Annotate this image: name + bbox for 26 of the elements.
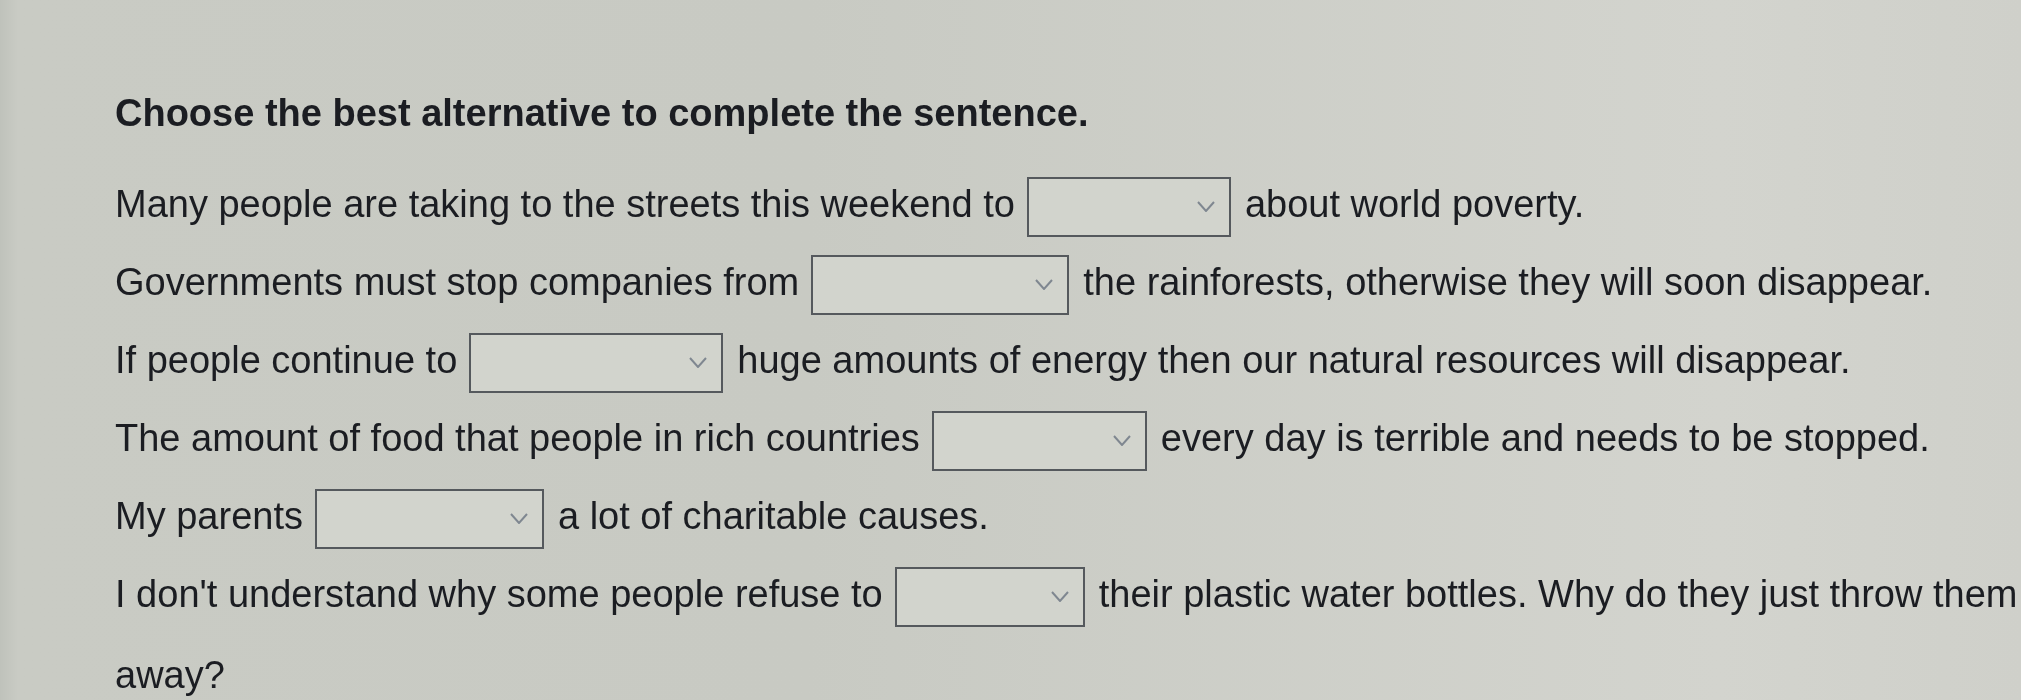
sentence-text: the rainforests, otherwise they will soon disappear. bbox=[1083, 261, 1933, 303]
answer-dropdown[interactable] bbox=[1026, 176, 1231, 237]
chevron-down-icon bbox=[1112, 435, 1131, 447]
chevron-down-icon bbox=[509, 513, 528, 525]
sentence-text: about world poverty. bbox=[1244, 183, 1585, 225]
answer-dropdown[interactable] bbox=[314, 488, 544, 549]
sentence-text: their plastic water bottles. Why do they just throw them bbox=[1098, 573, 2018, 615]
instruction-text: Choose the best alternative to complete the sentence. bbox=[115, 91, 1090, 136]
answer-dropdown[interactable] bbox=[894, 566, 1085, 627]
answer-dropdown[interactable] bbox=[469, 332, 724, 393]
sentence-text: Many people are taking to the streets this weekend to bbox=[115, 183, 1015, 225]
sentence-text: Governments must stop companies from bbox=[115, 261, 800, 303]
sentence-text: huge amounts of energy then our natural resources will disappear. bbox=[737, 339, 1851, 381]
sentence-text: a lot of charitable causes. bbox=[557, 495, 989, 537]
sentence-text: The amount of food that people in rich countries bbox=[115, 417, 920, 459]
sentence-text: I don't understand why some people refuse to bbox=[115, 573, 883, 615]
answer-dropdown[interactable] bbox=[931, 410, 1147, 471]
sentence-text: If people continue to bbox=[115, 339, 458, 381]
chevron-down-icon bbox=[1035, 279, 1054, 291]
chevron-down-icon bbox=[689, 357, 708, 369]
answer-dropdown[interactable] bbox=[811, 254, 1070, 315]
chevron-down-icon bbox=[1050, 591, 1069, 603]
chevron-down-icon bbox=[1196, 201, 1215, 213]
sentence-text: My parents bbox=[115, 495, 303, 537]
sentence-text: every day is terrible and needs to be stopped. bbox=[1160, 417, 1930, 459]
sentence-text: away? bbox=[115, 654, 225, 696]
